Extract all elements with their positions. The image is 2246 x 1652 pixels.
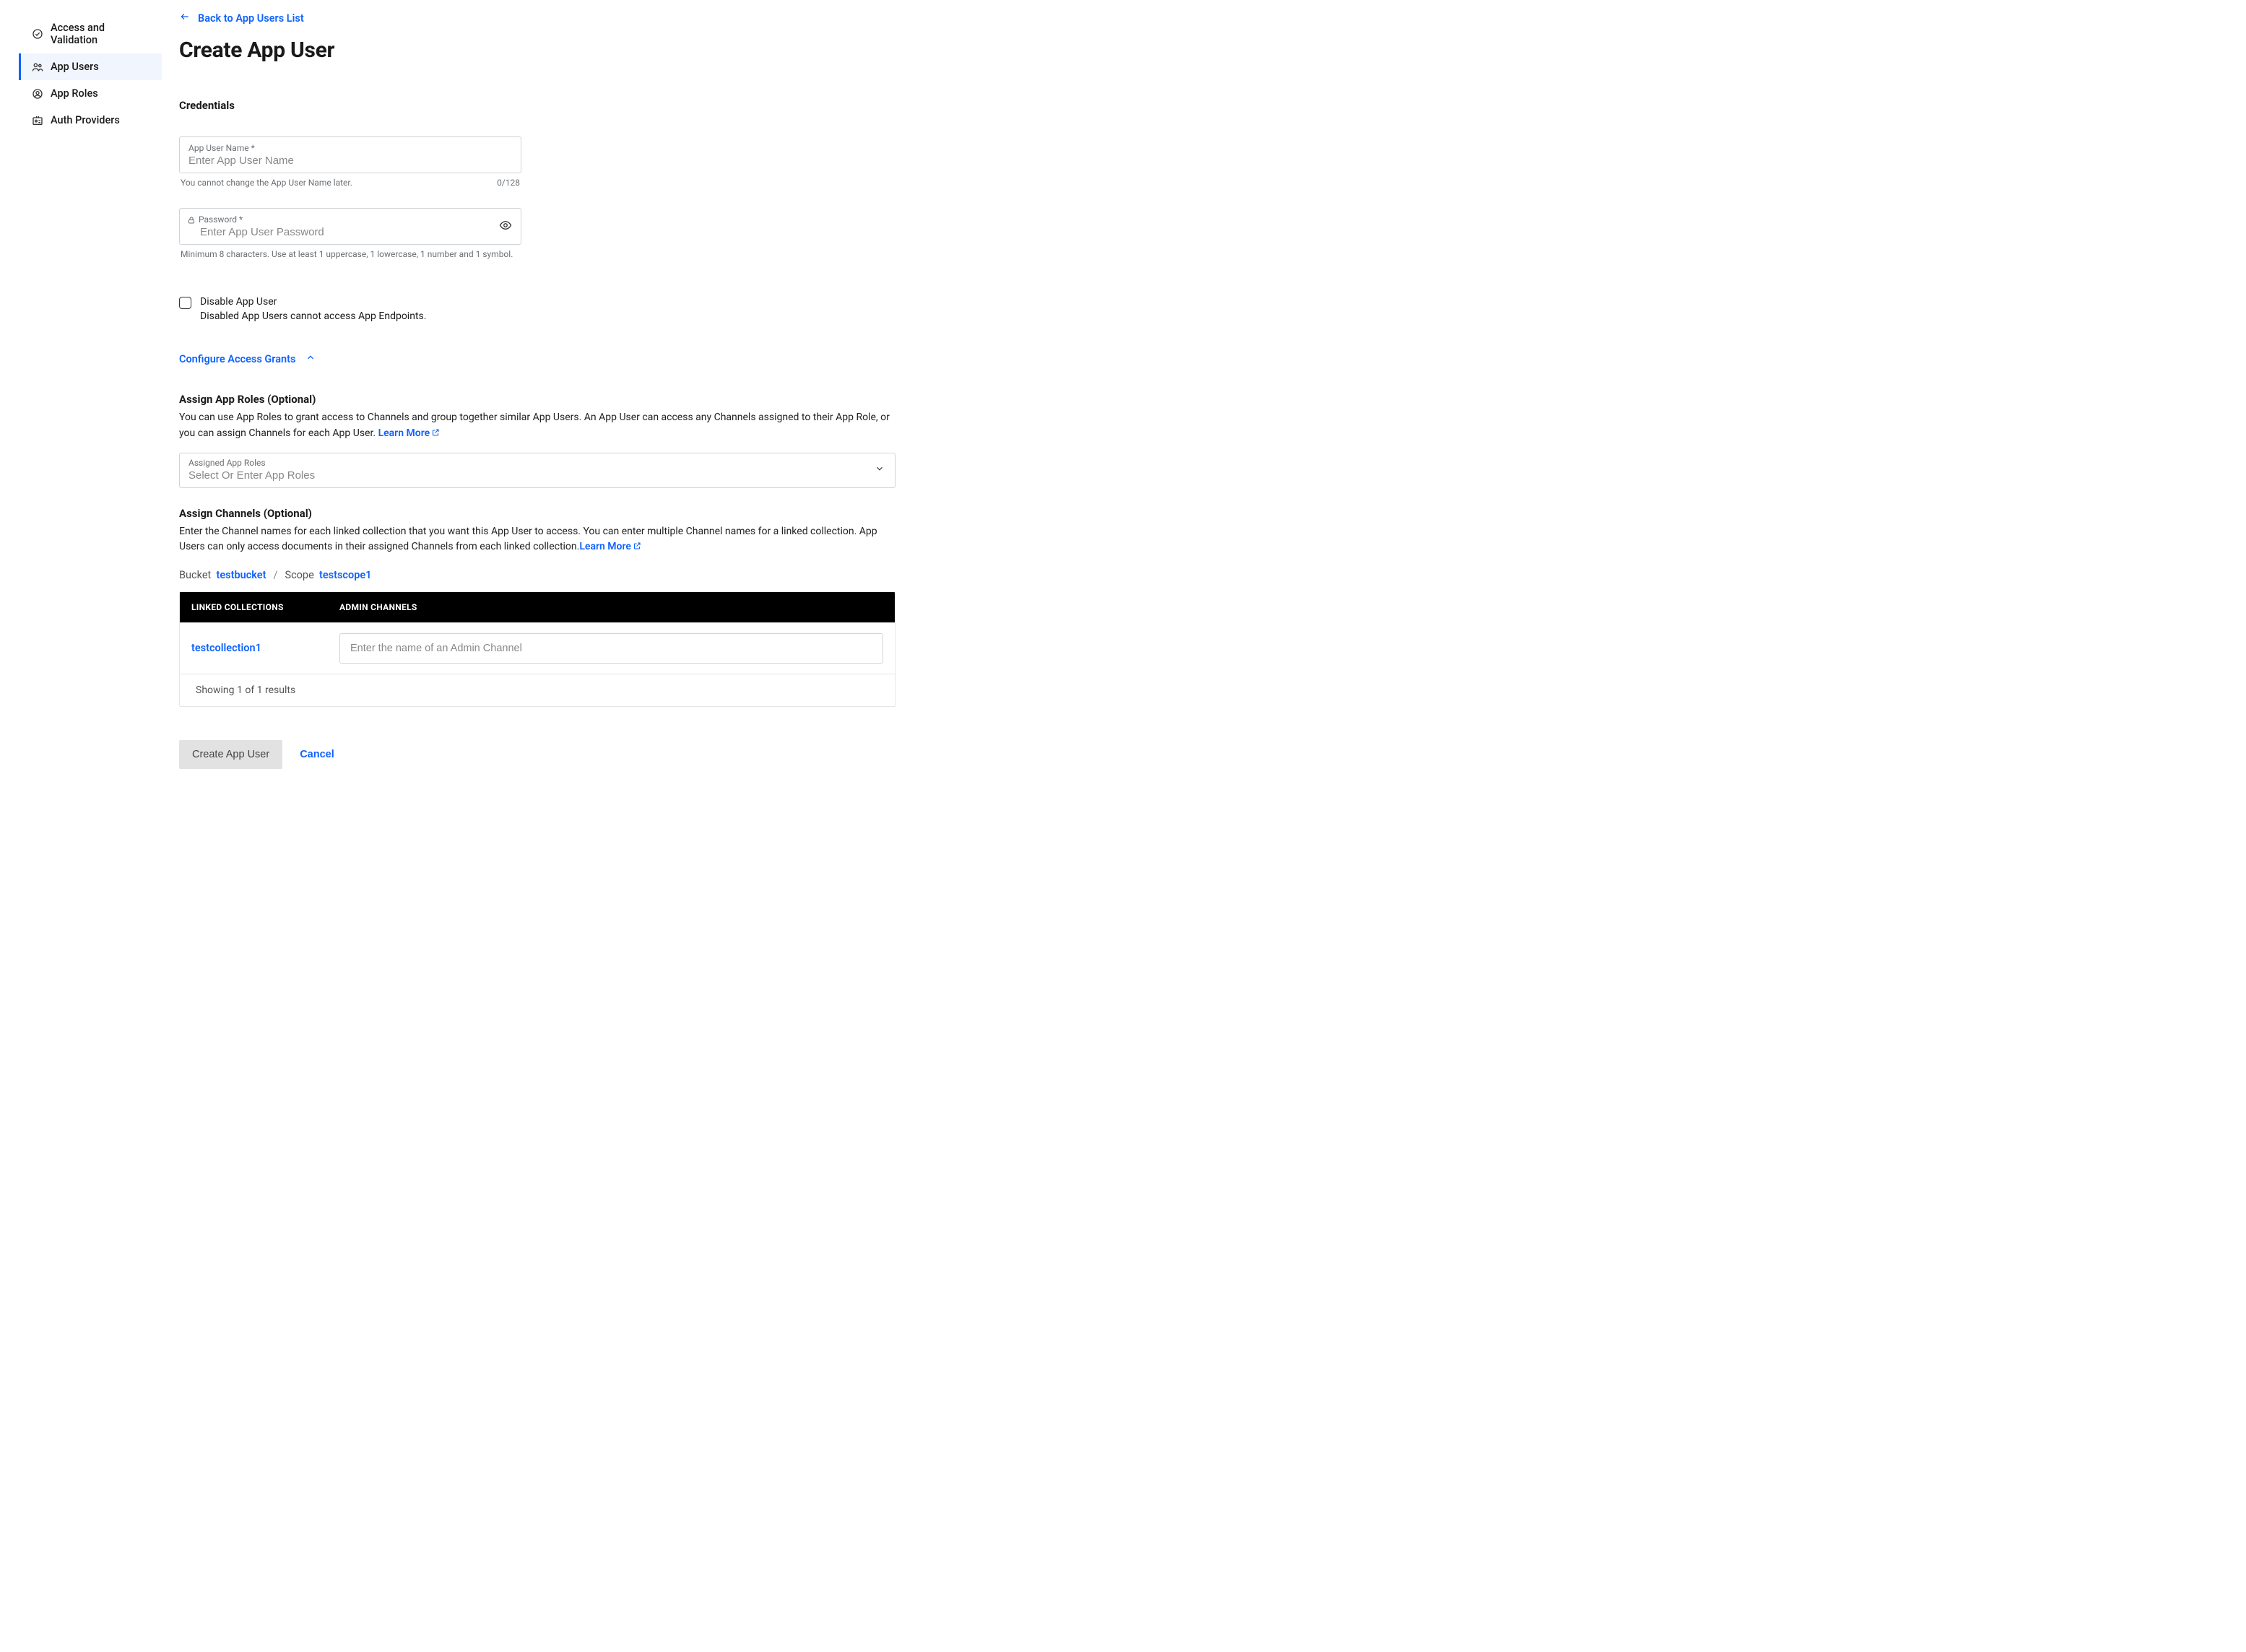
eye-icon[interactable] xyxy=(499,219,512,235)
toggle-label: Configure Access Grants xyxy=(179,353,295,365)
sidebar-item-auth-providers[interactable]: Auth Providers xyxy=(19,107,162,134)
sidebar-item-app-users[interactable]: App Users xyxy=(19,53,162,80)
section-title-credentials: Credentials xyxy=(179,99,896,112)
user-circle-icon xyxy=(32,88,43,100)
username-char-counter: 0/128 xyxy=(497,178,520,188)
sidebar-item-app-roles[interactable]: App Roles xyxy=(19,80,162,107)
roles-desc: You can use App Roles to grant access to… xyxy=(179,410,896,442)
password-field[interactable]: Password * xyxy=(179,208,521,245)
sidebar-item-label: App Users xyxy=(51,61,99,73)
app-user-name-field[interactable]: App User Name * xyxy=(179,136,521,173)
section-title-channels: Assign Channels (Optional) xyxy=(179,507,896,520)
roles-learn-more-link[interactable]: Learn More xyxy=(378,427,441,439)
disable-user-row: Disable App User Disabled App Users cann… xyxy=(179,295,896,323)
collection-link[interactable]: testcollection1 xyxy=(191,642,261,654)
chevron-down-icon[interactable] xyxy=(875,464,885,477)
scope-breadcrumb: Bucket testbucket/Scope testscope1 xyxy=(179,569,896,581)
arrow-left-icon xyxy=(179,12,191,25)
main-content: Back to App Users List Create App User C… xyxy=(162,7,896,769)
id-card-icon xyxy=(32,115,43,126)
channels-table: LINKED COLLECTIONS ADMIN CHANNELS testco… xyxy=(179,591,896,707)
bucket-label: Bucket xyxy=(179,569,211,581)
disable-user-desc: Disabled App Users cannot access App End… xyxy=(200,310,426,324)
col-header-linked: LINKED COLLECTIONS xyxy=(180,592,328,622)
sidebar-item-label: Access and Validation xyxy=(51,22,152,46)
admin-channel-input[interactable] xyxy=(339,633,883,664)
password-helper-text: Minimum 8 characters. Use at least 1 upp… xyxy=(179,249,612,259)
check-circle-icon xyxy=(32,28,43,40)
back-link[interactable]: Back to App Users List xyxy=(179,12,304,25)
lock-icon xyxy=(187,216,196,227)
external-link-icon xyxy=(431,427,440,443)
field-label: Assigned App Roles xyxy=(188,458,266,468)
username-helper-text: You cannot change the App User Name late… xyxy=(181,178,352,188)
sidebar-item-label: App Roles xyxy=(51,87,98,100)
external-link-icon xyxy=(633,540,641,556)
disable-user-checkbox[interactable] xyxy=(179,297,191,309)
scope-link[interactable]: testscope1 xyxy=(319,569,371,581)
disable-user-label: Disable App User xyxy=(200,295,426,310)
field-label: Password * xyxy=(199,214,243,225)
users-icon xyxy=(32,61,43,73)
back-link-label: Back to App Users List xyxy=(198,12,304,25)
assigned-app-roles-field[interactable]: Assigned App Roles xyxy=(179,453,896,488)
assigned-app-roles-input[interactable] xyxy=(180,453,895,487)
chevron-up-icon xyxy=(305,352,316,365)
footer-actions: Create App User Cancel xyxy=(179,740,896,769)
field-label: App User Name * xyxy=(188,143,255,153)
sidebar-item-access-validation[interactable]: Access and Validation xyxy=(19,14,162,53)
channels-desc: Enter the Channel names for each linked … xyxy=(179,524,896,556)
page-title: Create App User xyxy=(179,38,896,63)
table-header: LINKED COLLECTIONS ADMIN CHANNELS xyxy=(180,592,895,622)
username-helper-row: You cannot change the App User Name late… xyxy=(179,178,521,188)
create-app-user-button[interactable]: Create App User xyxy=(179,740,282,769)
channels-learn-more-link[interactable]: Learn More xyxy=(579,541,641,552)
results-summary: Showing 1 of 1 results xyxy=(180,674,895,706)
scope-label: Scope xyxy=(285,569,313,581)
configure-access-grants-toggle[interactable]: Configure Access Grants xyxy=(179,352,316,365)
cancel-button[interactable]: Cancel xyxy=(300,749,334,760)
sidebar-item-label: Auth Providers xyxy=(51,114,120,126)
table-row: testcollection1 xyxy=(180,622,895,674)
section-title-roles: Assign App Roles (Optional) xyxy=(179,393,896,406)
sidebar: Access and Validation App Users App Role… xyxy=(19,7,162,769)
bucket-link[interactable]: testbucket xyxy=(216,569,266,581)
col-header-admin: ADMIN CHANNELS xyxy=(328,592,895,622)
